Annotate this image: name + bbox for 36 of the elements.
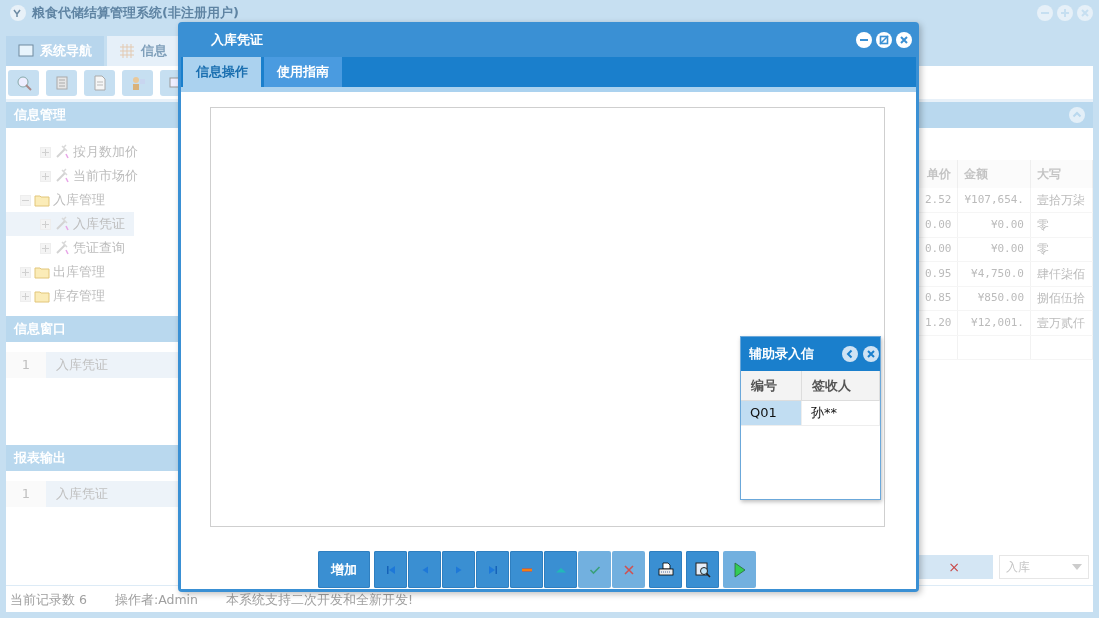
table-cell: ¥0.00 — [957, 237, 1031, 262]
column-header[interactable]: 编号 — [741, 371, 802, 400]
table-cell: ¥12,001. — [957, 310, 1031, 335]
table-cell: ¥850.00 — [957, 286, 1031, 311]
tab[interactable]: 使用指南 — [264, 57, 342, 87]
row-number: 1 — [6, 352, 46, 378]
dialog-title: 入库凭证 — [211, 30, 263, 49]
table-cell: 肆仟柒佰 — [1030, 261, 1093, 286]
table-cell: ¥0.00 — [957, 212, 1031, 237]
tree-item[interactable]: 当前市场价 — [73, 166, 138, 186]
window-title: 粮食代储结算管理系统(非注册用户) — [32, 5, 239, 20]
table-cell: ¥107,654. — [957, 188, 1031, 213]
table-cell[interactable]: Q01 — [741, 400, 802, 425]
tree-item[interactable]: 按月数加价 — [73, 142, 138, 162]
table-cell: 捌佰伍拾 — [1030, 286, 1093, 311]
table-cell: ¥4,750.0 — [957, 261, 1031, 286]
tree-item[interactable]: 入库凭证 — [73, 214, 125, 234]
tab[interactable]: 系统导航 — [6, 36, 104, 66]
column-header[interactable]: 签收人 — [801, 371, 880, 400]
table-cell: 壹万贰仟 — [1030, 310, 1093, 335]
tab[interactable]: 信息操作 — [183, 57, 261, 87]
status-text: 操作者:Admin — [114, 591, 198, 610]
tree-item[interactable]: 库存管理 — [53, 286, 105, 306]
tree-item[interactable]: 入库管理 — [53, 190, 105, 210]
add-button[interactable]: 增加 — [318, 551, 370, 588]
table-cell: 零 — [1030, 212, 1093, 237]
tree-item[interactable]: 出库管理 — [53, 262, 105, 282]
status-text: 本系统支持二次开发和全新开发! — [226, 591, 413, 610]
table-cell: 零 — [1030, 237, 1093, 262]
tab[interactable]: 信息 — [107, 36, 179, 66]
table-cell: 壹拾万柒 — [1030, 188, 1093, 213]
row-number: 1 — [6, 481, 46, 507]
tree-item[interactable]: 凭证查询 — [73, 238, 125, 258]
table-cell[interactable]: 孙** — [801, 400, 880, 425]
popup-title: 辅助录入信 — [749, 345, 815, 364]
status-text: 当前记录数 6 — [10, 591, 87, 610]
